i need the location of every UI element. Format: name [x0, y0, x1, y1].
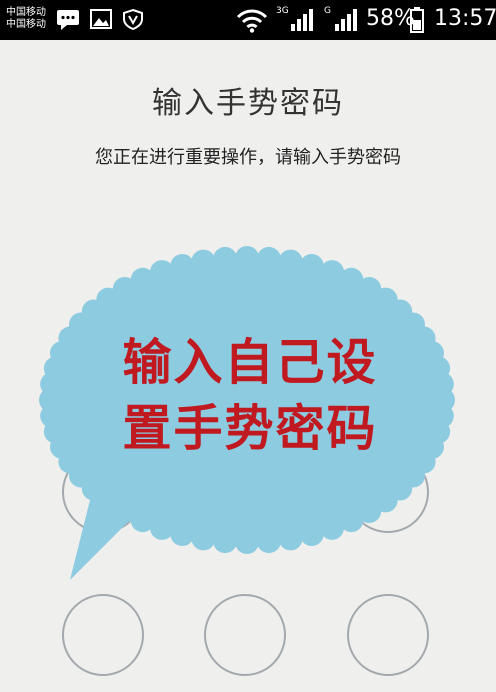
signal-icon-2	[335, 9, 357, 31]
gesture-node-7[interactable]	[62, 594, 144, 676]
shield-icon	[123, 8, 143, 30]
status-bar: 中国移动 中国移动 3G G 58% 13:57	[0, 0, 496, 40]
battery-percent: 58%	[366, 6, 415, 31]
wifi-icon	[236, 9, 268, 33]
instruction-overlay: 输入自己设 置手势密码	[100, 330, 400, 462]
signal-icon-1	[291, 9, 313, 31]
gesture-node-4[interactable]	[62, 451, 144, 533]
gallery-icon	[90, 9, 112, 29]
gesture-node-6[interactable]	[347, 451, 429, 533]
page-title: 输入手势密码	[152, 86, 344, 121]
overlay-line-2: 置手势密码	[122, 400, 378, 457]
overlay-line-1: 输入自己设	[122, 334, 378, 391]
clock: 13:57	[434, 6, 496, 31]
page-subtitle: 您正在进行重要操作，请输入手势密码	[95, 147, 401, 168]
carrier-2: 中国移动	[6, 19, 46, 30]
battery-icon	[410, 7, 424, 33]
gesture-node-5[interactable]	[204, 451, 286, 533]
message-icon	[57, 10, 79, 30]
network-type-1: 3G	[276, 6, 289, 16]
network-type-2: G	[324, 6, 331, 16]
gesture-node-8[interactable]	[204, 594, 286, 676]
carrier-1: 中国移动	[6, 7, 46, 18]
gesture-node-9[interactable]	[347, 594, 429, 676]
carrier-labels: 中国移动 中国移动	[6, 7, 46, 31]
